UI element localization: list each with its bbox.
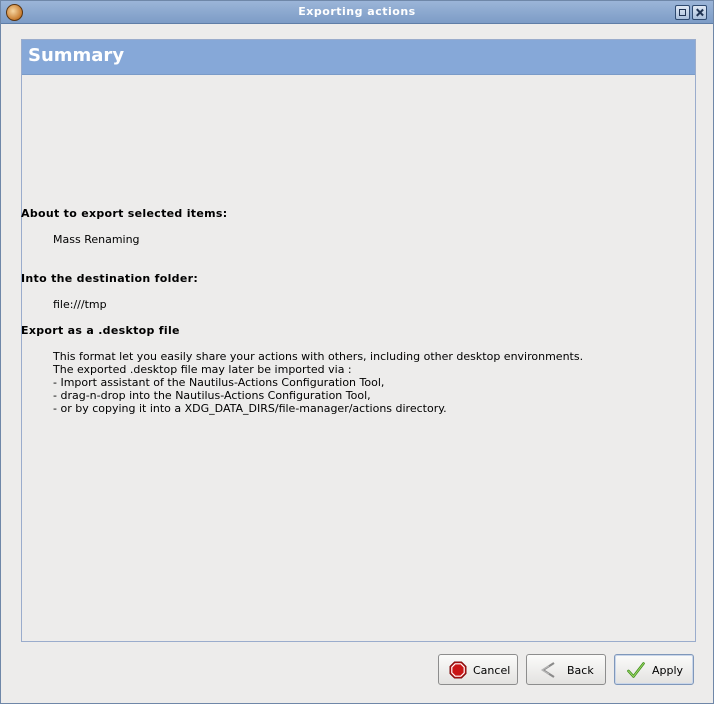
window-title: Exporting actions [298, 5, 416, 18]
format-description-line: The exported .desktop file may later be … [53, 363, 352, 376]
export-dialog-window: Exporting actions Summary About to expor… [0, 0, 714, 704]
folder-value: file:///tmp [53, 298, 107, 311]
close-icon[interactable] [692, 5, 707, 20]
format-description-line: - or by copying it into a XDG_DATA_DIRS/… [53, 402, 447, 415]
back-arrow-icon [540, 662, 555, 678]
back-button[interactable]: Back [526, 654, 606, 685]
maximize-icon[interactable] [675, 5, 690, 20]
summary-header: Summary [22, 40, 695, 75]
stop-icon [449, 661, 467, 679]
items-heading: About to export selected items: [21, 207, 228, 220]
format-description-line: This format let you easily share your ac… [53, 350, 584, 363]
folder-heading: Into the destination folder: [21, 272, 199, 285]
apply-button[interactable]: Apply [614, 654, 694, 685]
format-description-line: - drag-n-drop into the Nautilus-Actions … [53, 389, 371, 402]
checkmark-icon [627, 662, 645, 678]
apply-label: Apply [652, 664, 684, 677]
page-title: Summary [28, 45, 125, 66]
format-description-line: - Import assistant of the Nautilus-Actio… [53, 376, 385, 389]
format-heading: Export as a .desktop file [21, 324, 180, 337]
title-bar[interactable]: Exporting actions [1, 1, 713, 24]
items-value: Mass Renaming [53, 233, 140, 246]
summary-panel: Summary [21, 39, 696, 642]
cancel-label: Cancel [473, 664, 511, 677]
back-label: Back [567, 664, 594, 677]
cancel-button[interactable]: Cancel [438, 654, 518, 685]
